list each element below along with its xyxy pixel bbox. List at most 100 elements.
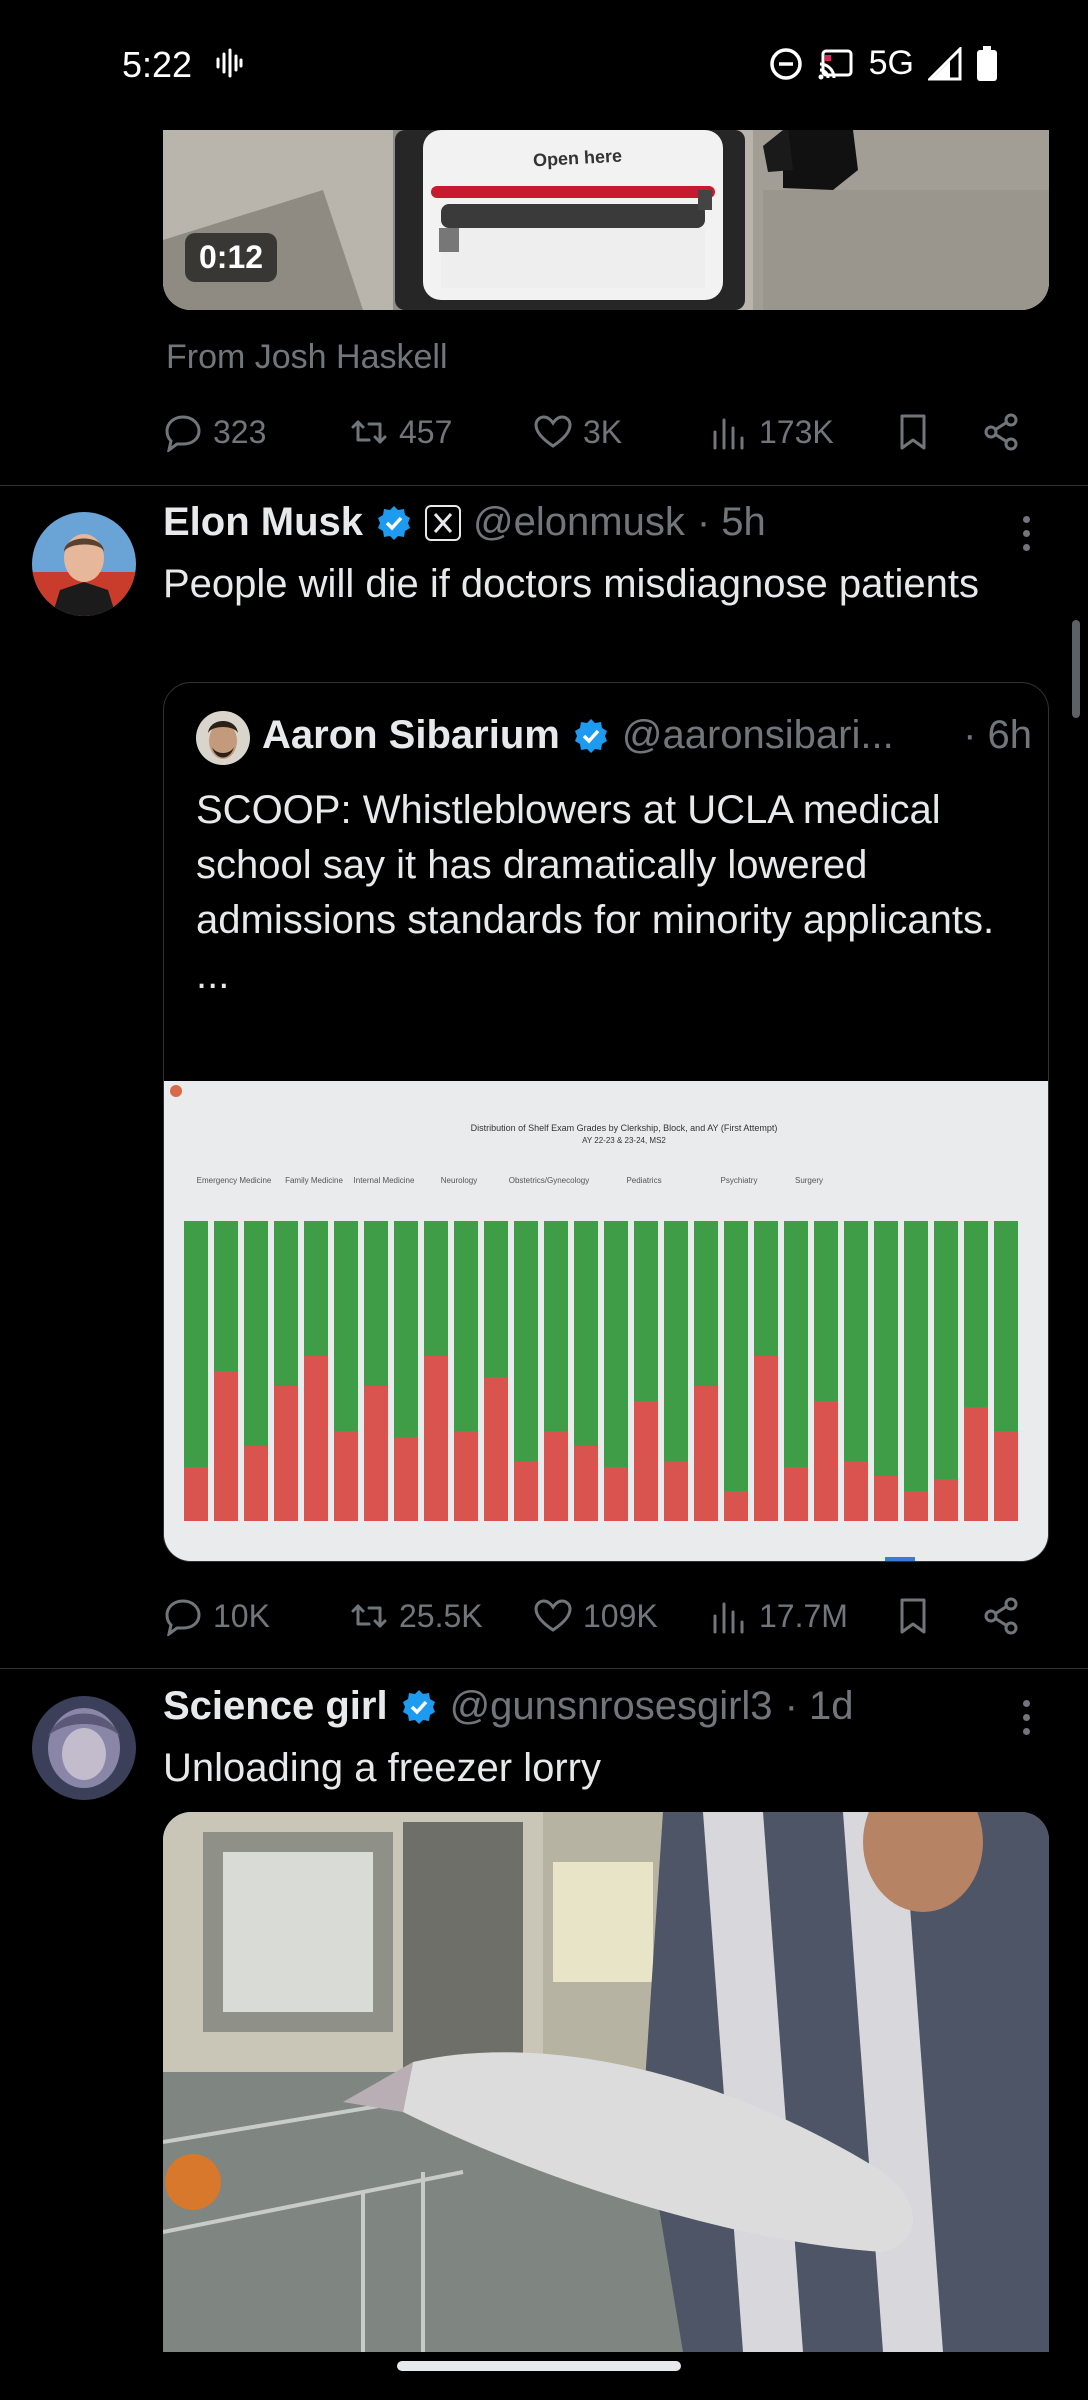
share-button[interactable] — [981, 1596, 1021, 1636]
tweet1-from-line[interactable]: From Josh Haskell — [166, 338, 448, 377]
quoted-text: SCOOP: Whistleblowers at UCLA medical sc… — [196, 783, 1036, 1003]
image-bar-green — [244, 1221, 268, 1446]
image-bar-red — [814, 1401, 838, 1521]
tweet-time: · 1d — [784, 1684, 854, 1728]
view-count: 173K — [759, 413, 834, 450]
image-bar-green — [394, 1221, 418, 1437]
author-name[interactable]: Science girl — [163, 1684, 388, 1729]
image-bar-green — [874, 1221, 898, 1476]
image-bar-red — [664, 1461, 688, 1521]
repost-button[interactable]: 457 — [349, 412, 452, 452]
image-bar-red — [274, 1386, 298, 1521]
clerkship-label: Emergency Medicine — [197, 1176, 272, 1185]
image-bar-red — [904, 1491, 928, 1521]
more-options-icon[interactable] — [1020, 516, 1032, 551]
image-bar-green — [454, 1221, 478, 1431]
image-bar-green — [814, 1221, 838, 1401]
status-bar: 5:22 5G — [0, 0, 1088, 130]
image-bar-red — [634, 1401, 658, 1521]
like-count: 109K — [583, 1597, 658, 1634]
image-bar-red — [964, 1407, 988, 1521]
tweet3-video[interactable] — [163, 1812, 1049, 2352]
image-bar-green — [274, 1221, 298, 1386]
author-handle[interactable]: @elonmusk — [473, 500, 685, 545]
image-bar-green — [754, 1221, 778, 1356]
heart-icon — [534, 415, 572, 448]
image-bar-green — [634, 1221, 658, 1401]
image-bar-red — [934, 1479, 958, 1521]
quoted-image[interactable]: Distribution of Shelf Exam Grades by Cle… — [164, 1081, 1048, 1561]
image-bar-green — [724, 1221, 748, 1491]
image-bar-green — [214, 1221, 238, 1371]
image-bar-green — [364, 1221, 388, 1386]
tweet-text: Unloading a freezer lorry — [163, 1746, 601, 1790]
image-bar-red — [724, 1491, 748, 1521]
image-bar-red — [994, 1431, 1018, 1521]
views-button[interactable]: 173K — [709, 412, 834, 452]
reply-button[interactable]: 323 — [163, 412, 266, 452]
clerkship-label: Surgery — [795, 1176, 823, 1185]
avatar[interactable] — [32, 512, 136, 616]
bookmark-button[interactable] — [893, 1596, 933, 1636]
author-handle[interactable]: @gunsnrosesgirl3 — [450, 1684, 773, 1729]
reply-icon — [165, 1599, 201, 1636]
share-icon — [984, 1597, 1018, 1635]
signal-icon — [928, 46, 962, 80]
like-button[interactable]: 3K — [533, 412, 622, 452]
cast-icon — [818, 49, 853, 79]
reply-button[interactable]: 10K — [163, 1596, 270, 1636]
image-bar-red — [304, 1356, 328, 1521]
image-bar-red — [694, 1386, 718, 1521]
clerkship-label: Obstetrics/Gynecology — [509, 1176, 589, 1185]
image-bar-red — [424, 1356, 448, 1521]
avatar[interactable] — [32, 1696, 136, 1800]
image-bar-red — [184, 1467, 208, 1521]
x-affiliation-icon — [425, 504, 462, 541]
repost-icon — [351, 420, 387, 444]
status-time: 5:22 — [122, 44, 193, 85]
image-bar-red — [844, 1461, 868, 1521]
do-not-disturb-icon — [769, 47, 802, 80]
views-button[interactable]: 17.7M — [709, 1596, 848, 1636]
image-bar-green — [664, 1221, 688, 1461]
image-bar-green — [424, 1221, 448, 1356]
clerkship-label: Internal Medicine — [354, 1176, 415, 1185]
repost-button[interactable]: 25.5K — [349, 1596, 483, 1636]
tweet-divider — [0, 1668, 1088, 1669]
tweet3-header: Science girl @gunsnrosesgirl3 · 1d — [163, 1684, 854, 1729]
image-chart-subtitle: AY 22-23 & 23-24, MS2 — [582, 1136, 666, 1145]
clerkship-label: Neurology — [441, 1176, 477, 1185]
image-bar-red — [784, 1467, 808, 1521]
network-type: 5G — [868, 44, 914, 82]
image-bar-red — [394, 1437, 418, 1521]
quoted-handle[interactable]: @aaronsibari... — [622, 713, 894, 758]
video-duration-badge: 0:12 — [185, 233, 278, 282]
clerkship-label: Psychiatry — [721, 1176, 758, 1185]
home-indicator[interactable] — [397, 2361, 681, 2371]
scrollbar[interactable] — [1072, 620, 1080, 718]
image-bar-red — [334, 1431, 358, 1521]
image-bar-red — [454, 1431, 478, 1521]
more-options-icon[interactable] — [1020, 1700, 1032, 1735]
quoted-author-name[interactable]: Aaron Sibarium — [262, 713, 560, 758]
like-button[interactable]: 109K — [533, 1596, 658, 1636]
image-bar-green — [964, 1221, 988, 1407]
bookmark-icon — [900, 1598, 926, 1634]
image-bar-green — [574, 1221, 598, 1446]
tweet-text: People will die if doctors misdiagnose p… — [163, 562, 979, 606]
image-bar-green — [844, 1221, 868, 1461]
image-bar-red — [244, 1446, 268, 1521]
image-bar-red — [484, 1377, 508, 1521]
bookmark-button[interactable] — [893, 412, 933, 452]
image-bar-green — [484, 1221, 508, 1377]
author-name[interactable]: Elon Musk — [163, 500, 363, 545]
tweet2-actions: 10K 25.5K 109K 17.7M — [163, 1592, 1049, 1642]
share-button[interactable] — [981, 412, 1021, 452]
repost-icon — [351, 1604, 387, 1628]
image-bar-green — [544, 1221, 568, 1431]
tweet-time: · 5h — [696, 500, 766, 544]
image-bar-green — [784, 1221, 808, 1467]
quoted-tweet[interactable]: Aaron Sibarium @aaronsibari... · 6h SCOO… — [163, 682, 1049, 1562]
quoted-avatar[interactable] — [196, 711, 250, 765]
image-bar-green — [334, 1221, 358, 1431]
